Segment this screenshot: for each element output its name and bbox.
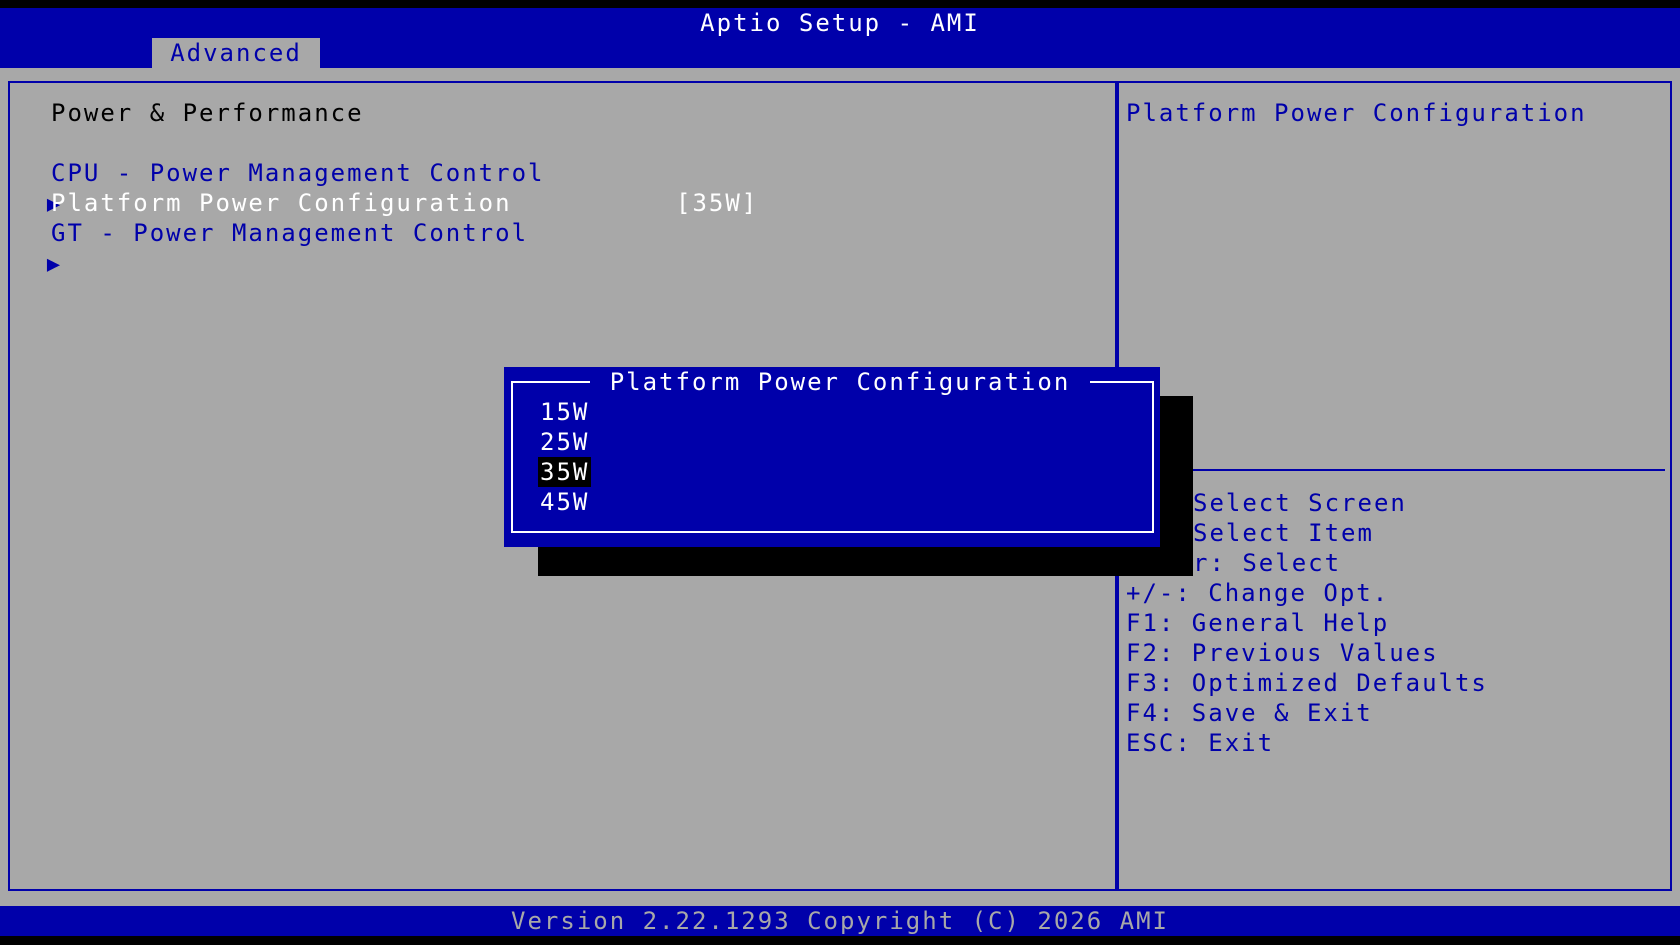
popup-option-15w[interactable]: 15W xyxy=(538,397,591,427)
menu-item-platform-power-label[interactable]: Platform Power Configuration xyxy=(51,188,512,218)
key-hint-f2: F2: Previous Values xyxy=(1126,639,1439,667)
key-hint-esc: ESC: Exit xyxy=(1126,729,1275,757)
popup-border xyxy=(511,381,1154,533)
popup-title: Platform Power Configuration xyxy=(590,367,1090,397)
section-title: Power & Performance xyxy=(51,99,364,127)
key-hint-f4: F4: Save & Exit xyxy=(1126,699,1373,727)
help-divider xyxy=(1190,469,1665,471)
tab-advanced[interactable]: Advanced xyxy=(152,38,320,68)
menu-item-cpu-power-label[interactable]: CPU - Power Management Control xyxy=(51,158,544,188)
key-hint-f1: F1: General Help xyxy=(1126,609,1390,637)
menu-item-platform-power-value[interactable]: [35W] xyxy=(676,188,758,218)
menu-item-gt-power-label[interactable]: GT - Power Management Control xyxy=(51,218,528,248)
key-hint-enter-select: r: Select xyxy=(1193,549,1342,577)
help-title: Platform Power Configuration xyxy=(1126,99,1587,127)
popup-option-45w[interactable]: 45W xyxy=(538,487,591,517)
version-footer: Version 2.22.1293 Copyright (C) 2026 AMI xyxy=(0,906,1680,936)
key-hint-select-item: Select Item xyxy=(1193,519,1374,547)
key-hint-select-screen: Select Screen xyxy=(1193,489,1407,517)
app-title: Aptio Setup - AMI xyxy=(700,9,980,37)
popup-option-35w[interactable]: 35W xyxy=(538,457,592,487)
key-hint-f3: F3: Optimized Defaults xyxy=(1126,669,1488,697)
popup-option-25w[interactable]: 25W xyxy=(538,427,591,457)
submenu-arrow-icon: ▶ xyxy=(46,252,63,277)
key-hint-change-opt: +/-: Change Opt. xyxy=(1126,579,1390,607)
